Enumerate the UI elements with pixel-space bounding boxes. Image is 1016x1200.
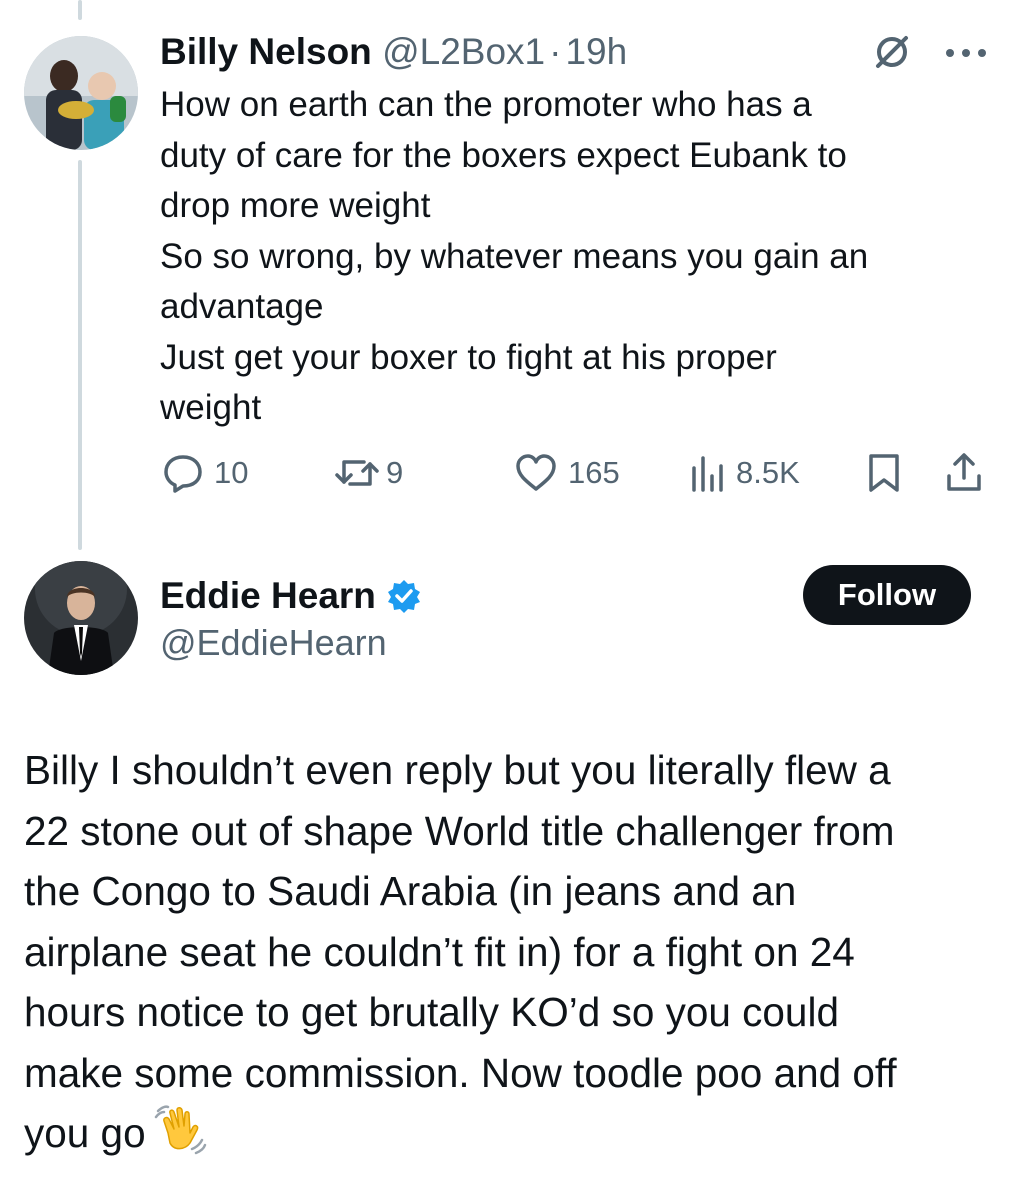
more-icon[interactable] (944, 46, 988, 64)
text-line: duty of care for the boxers expect Euban… (160, 135, 847, 175)
author-handle[interactable]: @L2Box1 (382, 31, 545, 72)
like-count: 165 (568, 455, 620, 490)
bookmark-button[interactable] (866, 452, 902, 494)
views-count: 8.5K (736, 455, 800, 490)
reply-button[interactable]: 10 (162, 452, 248, 494)
text-line: advantage (160, 287, 324, 326)
text-line: So so wrong, by whatever means you gain … (160, 236, 869, 276)
text-line: Just get your boxer to fight at his prop… (160, 337, 777, 377)
text-line: drop more weight (160, 186, 431, 225)
reply-icon (164, 455, 202, 493)
author-handle[interactable]: @EddieHearn (160, 620, 387, 666)
text-line: the Congo to Saudi Arabia (in jeans and … (24, 868, 797, 914)
avatar-eddie-hearn[interactable] (24, 561, 138, 675)
text-line-last: you go (24, 1103, 999, 1164)
text-line: weight (160, 388, 262, 427)
author-name[interactable]: Billy Nelson (160, 31, 372, 72)
like-icon (516, 454, 556, 491)
reply-count: 10 (214, 455, 249, 490)
author-name[interactable]: Eddie Hearn (160, 572, 376, 620)
share-icon (947, 453, 981, 491)
main-tweet-author[interactable]: Eddie Hearn (160, 572, 422, 620)
like-button[interactable]: 165 (514, 452, 620, 494)
text-line: you go (24, 1110, 146, 1156)
waving-hand-emoji (154, 1105, 206, 1155)
views-button[interactable]: 8.5K (690, 452, 800, 494)
main-tweet-text: Billy I shouldn’t even reply but you lit… (24, 740, 999, 1164)
repost-count: 9 (386, 455, 404, 490)
verified-badge-icon (387, 580, 420, 613)
thread-line-top (78, 0, 82, 20)
repost-icon (335, 460, 379, 486)
reply-tweet-header: Billy Nelson @L2Box1 · 19h (160, 28, 627, 76)
repost-button[interactable]: 9 (334, 452, 403, 494)
avatar-billy-nelson[interactable] (24, 36, 138, 150)
follow-button[interactable]: Follow (803, 565, 971, 625)
header-separator: · (549, 31, 562, 72)
text-line: 22 stone out of shape World title challe… (24, 807, 895, 854)
reply-tweet-text: How on earth can the promoter who has a … (160, 80, 980, 434)
views-icon (692, 456, 723, 492)
tweet-time[interactable]: 19h (565, 31, 627, 72)
text-line: hours notice to get brutally KO’d so you… (24, 989, 839, 1035)
share-button[interactable] (944, 450, 984, 494)
text-line: airplane seat he couldn’t fit in) for a … (24, 928, 855, 975)
text-line: make some commission. Now toodle poo and… (24, 1049, 897, 1096)
tweet-action-bar: 10 9 165 8.5K (0, 448, 1016, 498)
grok-icon[interactable] (872, 32, 912, 77)
bookmark-icon (869, 454, 899, 492)
text-line: How on earth can the promoter who has a (160, 85, 812, 124)
text-line: Billy I shouldn’t even reply but you lit… (24, 747, 891, 793)
